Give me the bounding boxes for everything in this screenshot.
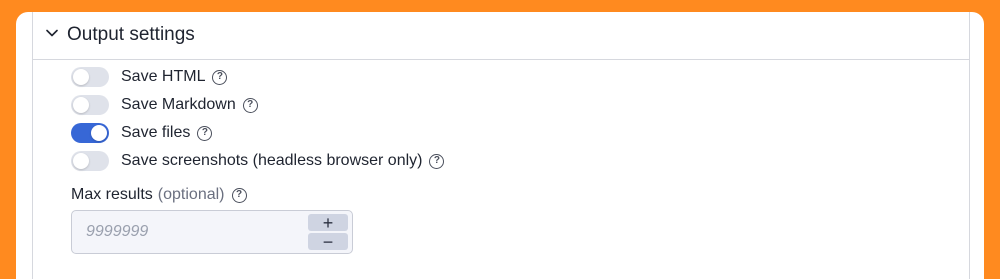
decrement-button[interactable]: −: [308, 233, 348, 251]
output-settings-section: Output settings Save HTML ? Save Markdow…: [32, 12, 970, 279]
question-circle-icon[interactable]: ?: [231, 187, 247, 203]
save-files-toggle[interactable]: [71, 123, 109, 143]
save-markdown-toggle[interactable]: [71, 95, 109, 115]
option-save-files: Save files ?: [71, 122, 213, 144]
option-save-markdown: Save Markdown ?: [71, 94, 258, 116]
toggle-knob: [73, 97, 89, 113]
save-html-label: Save HTML: [121, 68, 206, 85]
question-circle-icon[interactable]: ?: [242, 97, 258, 113]
save-screenshots-toggle[interactable]: [71, 151, 109, 171]
save-html-toggle[interactable]: [71, 67, 109, 87]
save-screenshots-label: Save screenshots (headless browser only): [121, 152, 423, 169]
option-save-html: Save HTML ?: [71, 66, 228, 88]
question-circle-icon[interactable]: ?: [212, 69, 228, 85]
toggle-knob: [73, 153, 89, 169]
max-results-label: Max results (optional) ?: [71, 184, 247, 206]
save-markdown-label: Save Markdown: [121, 96, 236, 113]
toggle-knob: [73, 69, 89, 85]
max-results-field: + −: [71, 210, 353, 254]
question-circle-icon[interactable]: ?: [429, 153, 445, 169]
settings-panel: Output settings Save HTML ? Save Markdow…: [16, 12, 984, 279]
question-circle-icon[interactable]: ?: [197, 125, 213, 141]
save-files-label: Save files: [121, 124, 191, 141]
chevron-down-icon[interactable]: [45, 26, 59, 40]
max-results-label-text: Max results: [71, 186, 153, 203]
option-save-screenshots: Save screenshots (headless browser only)…: [71, 150, 445, 172]
optional-hint: (optional): [157, 186, 225, 203]
toggle-knob: [91, 125, 107, 141]
section-title: Output settings: [67, 24, 195, 45]
output-settings-header[interactable]: Output settings: [33, 12, 969, 60]
max-results-input[interactable]: [72, 211, 304, 253]
increment-button[interactable]: +: [308, 214, 348, 232]
